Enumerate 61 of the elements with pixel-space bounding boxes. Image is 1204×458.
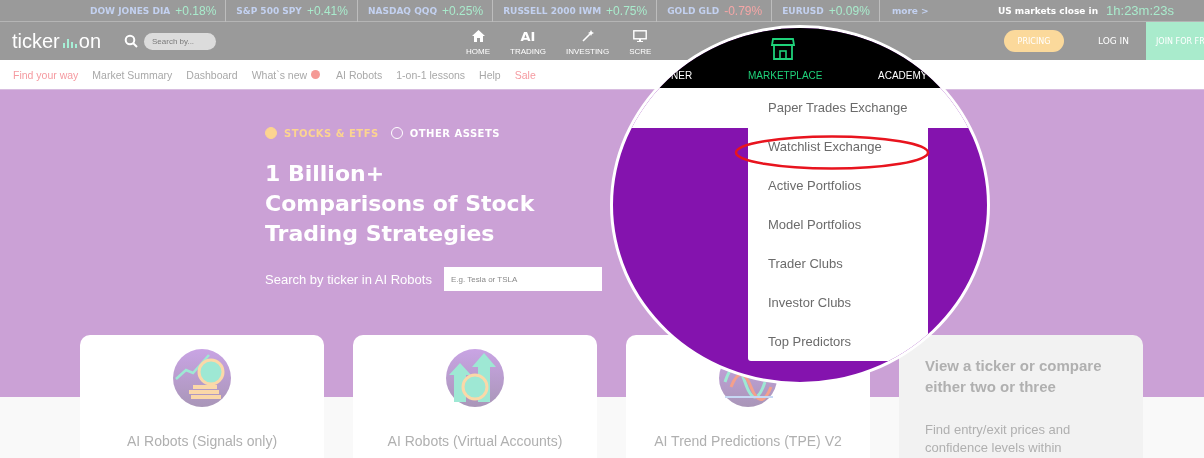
product-card[interactable]: AI Robots (Virtual Accounts) [353,335,597,458]
hero-title: 1 Billion+ [265,160,385,188]
menu-item[interactable]: Watchlist Exchange [748,127,882,166]
quote-name[interactable]: NASDAQ QQQ [367,5,438,16]
hero-title: Comparisons of Stock [265,190,535,218]
hero-title: Trading Strategies [265,220,495,248]
nav-item[interactable]: SCRE [629,26,652,56]
card-text: Find entry/exit prices and confidence levels within [925,421,1072,457]
product-card[interactable]: AI Robots (Signals only) [80,335,324,458]
nav-item[interactable]: AI TRADING [510,26,546,56]
quote-name[interactable]: EURUSD [782,5,824,16]
subnav-link[interactable]: Dashboard [186,68,238,81]
product-card[interactable]: View a ticker or compare either two or three Find entry/exit prices and confidence levels within [899,335,1143,458]
quote-name[interactable]: S&P 500 SPY [236,5,302,16]
subnav-link[interactable]: 1-on-1 lessons [396,68,466,81]
card-title: View a ticker or compare either two or three [925,356,1103,397]
wand-icon [581,30,594,42]
subnav-link[interactable]: Market Summary [92,68,173,81]
quote-change: -0.79% [724,3,763,18]
search-icon[interactable] [124,34,138,48]
pricing-button[interactable]: PRICING [1004,30,1064,52]
subnav-link[interactable]: Help [479,68,501,81]
nav-item[interactable]: MARKETPLACE [748,70,823,81]
quote-name[interactable]: DOW JONES DIA [90,5,171,16]
nav-item[interactable]: HOME [466,26,490,56]
market-close-label: US markets close in [997,5,1099,16]
menu-item[interactable]: Trader Clubs [748,244,843,283]
search-field[interactable]: Search by... [144,32,216,50]
home-icon [471,30,485,42]
ticker-search-field[interactable]: E.g. Tesla or TSLA [443,267,602,291]
logo[interactable]: ticker on [12,29,124,53]
search-label: Search by ticker in AI Robots [265,271,432,287]
more-link[interactable]: more > [891,5,929,16]
subnav-link[interactable]: Find your way [13,68,79,81]
quote-change: +0.75% [606,3,648,18]
subnav-link[interactable]: Sale [514,68,536,81]
monitor-icon [633,30,648,42]
card-title: AI Robots (Signals only) [126,433,278,449]
quote-name[interactable]: RUSSELL 2000 IWM [503,5,602,16]
menu-item[interactable]: Investor Clubs [748,283,852,322]
quote-change: +0.18% [175,3,217,18]
up-arrows-coin-icon [444,347,506,409]
nav-item[interactable]: INVESTING [566,26,610,56]
quote-change: +0.25% [442,3,484,18]
menu-item[interactable]: Active Portfolios [748,166,862,205]
subnav-link[interactable]: AI Robots [336,68,383,81]
asset-option[interactable]: STOCKS & ETFS [265,127,379,139]
asset-option[interactable]: OTHER ASSETS [390,127,500,139]
nav-item[interactable]: ACADEMY [878,70,928,81]
join-button[interactable]: JOIN FOR FR [1146,22,1204,60]
coin-stack-icon [171,347,233,409]
quote-name[interactable]: GOLD GLD [667,5,720,16]
card-title: AI Robots (Virtual Accounts) [387,433,563,449]
quote-change: +0.09% [828,3,870,18]
login-link[interactable]: LOG IN [1098,36,1129,46]
storefront-icon [771,38,795,60]
subnav-link[interactable]: What`s new [251,68,308,81]
countdown: 1h:23m:23s [1106,3,1174,18]
quote-change: +0.41% [306,3,348,18]
card-title: AI Trend Predictions (TPE) V2 [654,433,842,449]
menu-item[interactable]: Model Portfolios [748,205,862,244]
